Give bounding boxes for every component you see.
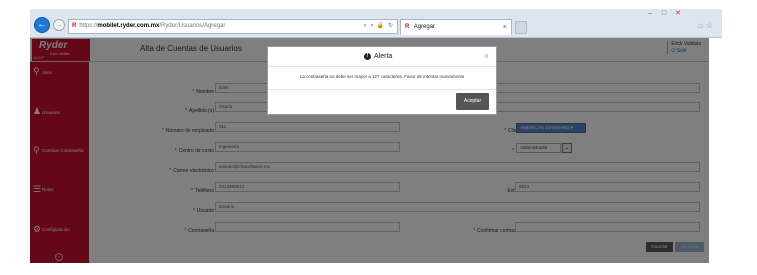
alert-dialog-header: ! Alerta × xyxy=(268,47,496,67)
tab-title: Agregar xyxy=(413,24,436,30)
tab-favicon-icon: R xyxy=(405,24,410,30)
alert-dialog: ! Alerta × La contraseña no debe ser may… xyxy=(267,46,497,115)
close-icon[interactable]: × xyxy=(484,51,489,61)
minimize-icon[interactable]: – xyxy=(646,10,654,17)
arrow-left-icon: ← xyxy=(37,19,47,30)
close-window-icon[interactable]: ✕ xyxy=(674,10,682,17)
url-text: https://mobilet.ryder.com.mx/Ryder/Usuar… xyxy=(79,23,226,29)
forward-button[interactable]: → xyxy=(53,19,65,31)
browser-tab[interactable]: R Agregar × xyxy=(400,19,512,35)
site-favicon-icon: R xyxy=(72,23,77,29)
favorites-star-icon[interactable]: ☆ xyxy=(706,21,716,30)
back-button[interactable]: ← xyxy=(34,17,50,33)
new-tab-button[interactable] xyxy=(515,21,527,34)
browser-toolbar-icons: ⌂☆ xyxy=(698,21,716,30)
accept-button[interactable]: Aceptar xyxy=(456,93,489,110)
alert-dialog-title: ! Alerta xyxy=(364,53,392,60)
screen: – □ ✕ ← → R https://mobilet.ryder.com.mx… xyxy=(0,0,757,275)
arrow-right-icon: → xyxy=(55,20,63,29)
browser-chrome: – □ ✕ ← → R https://mobilet.ryder.com.mx… xyxy=(30,9,722,38)
exclamation-icon: ! xyxy=(364,53,371,60)
address-bar[interactable]: R https://mobilet.ryder.com.mx/Ryder/Usu… xyxy=(68,19,398,34)
alert-message: La contraseña no debe ser mayor a 127 ca… xyxy=(299,74,465,79)
window-controls: – □ ✕ xyxy=(646,10,682,17)
maximize-icon[interactable]: □ xyxy=(660,10,668,17)
divider xyxy=(268,89,496,90)
tab-close-icon[interactable]: × xyxy=(503,20,507,35)
home-icon[interactable]: ⌂ xyxy=(698,21,706,30)
address-tools[interactable]: ⌕ ▾ 🔒 ↻ xyxy=(364,20,397,33)
